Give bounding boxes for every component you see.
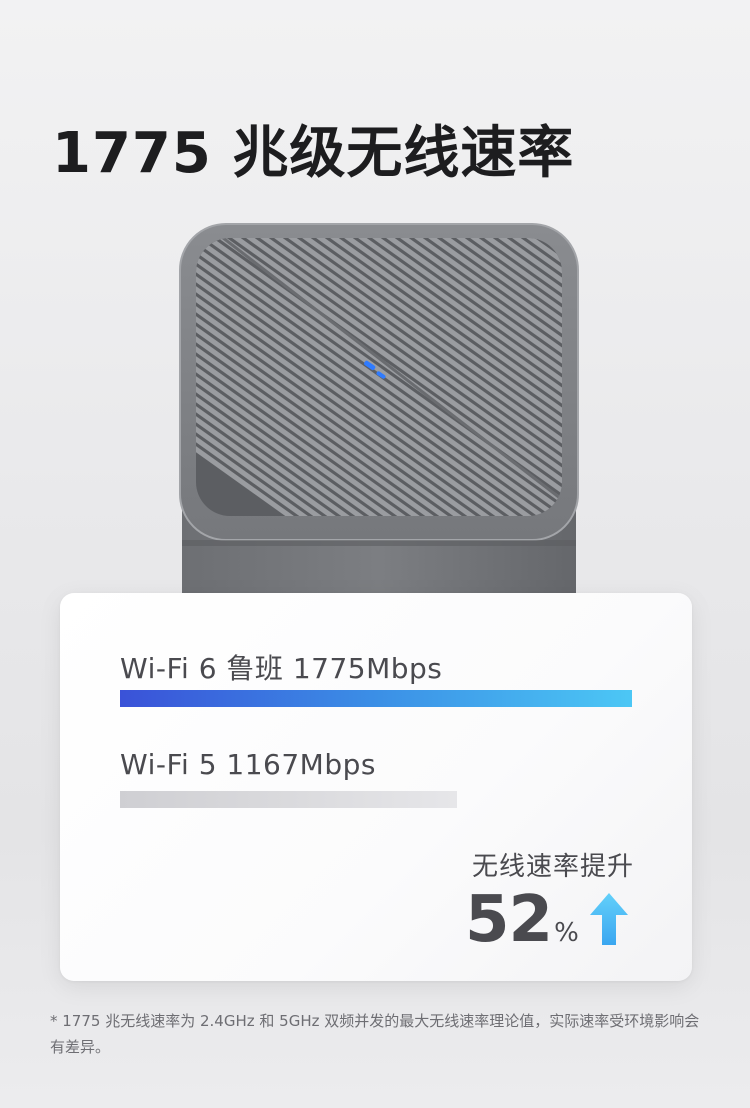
wifi5-label: Wi-Fi 5 1167Mbps	[120, 748, 376, 781]
up-arrow-icon	[590, 893, 628, 945]
boost-number: 52	[465, 883, 553, 957]
wifi6-speed-bar	[120, 690, 632, 707]
boost-caption: 无线速率提升	[471, 852, 634, 882]
router-product-image	[178, 222, 580, 622]
boost-value: 52%	[465, 883, 579, 957]
footnote: * 1775 兆无线速率为 2.4GHz 和 5GHz 双频并发的最大无线速率理…	[50, 1012, 700, 1056]
wifi5-speed-bar	[120, 791, 457, 808]
speed-comparison-card: Wi-Fi 6 鲁班 1775Mbps Wi-Fi 5 1167Mbps 无线速…	[60, 593, 692, 981]
wifi6-label: Wi-Fi 6 鲁班 1775Mbps	[120, 652, 443, 685]
page-title: 1775 兆级无线速率	[52, 121, 575, 186]
boost-unit: %	[554, 918, 579, 948]
